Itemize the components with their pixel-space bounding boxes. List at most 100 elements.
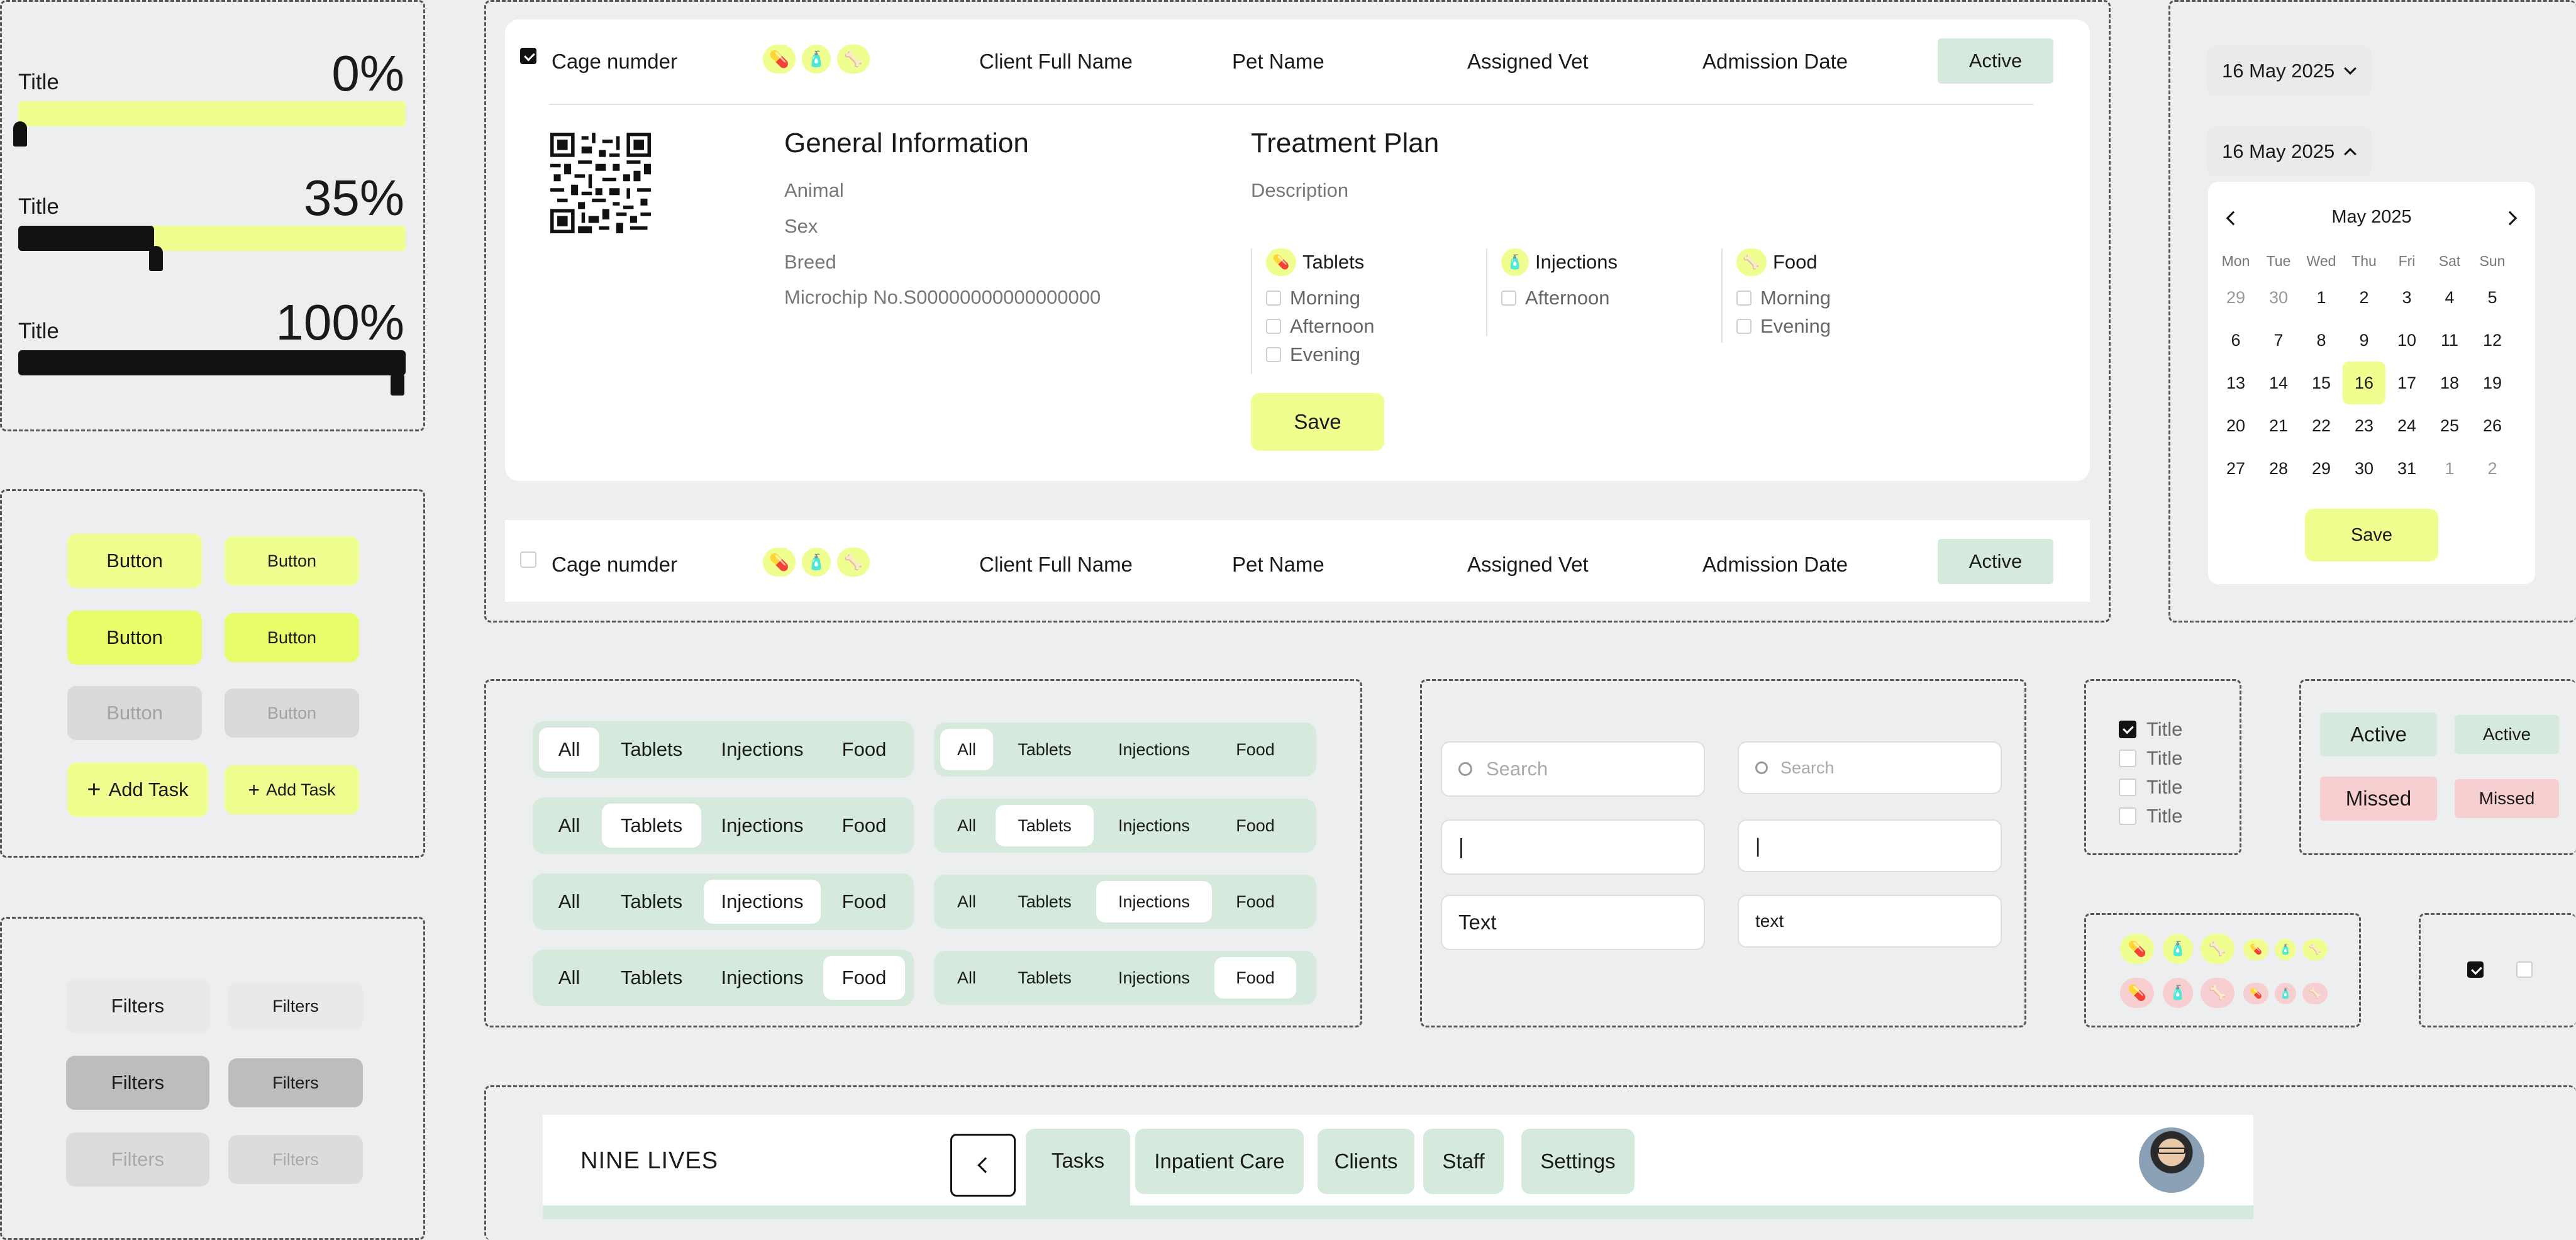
calendar-day[interactable]: 29 bbox=[2214, 276, 2257, 319]
text-input-filled-large[interactable]: Text bbox=[1441, 895, 1705, 950]
calendar-day[interactable]: 8 bbox=[2300, 319, 2343, 362]
add-task-button-large[interactable]: + Add Task bbox=[67, 763, 208, 817]
patient-row-collapsed[interactable]: Cage numder 💊 🧴 🦴 Client Full Name Pet N… bbox=[505, 520, 2090, 602]
button-small-2[interactable]: Button bbox=[225, 613, 359, 662]
date-dropdown-open[interactable]: 16 May 2025 bbox=[2207, 126, 2372, 177]
add-task-button-small[interactable]: + Add Task bbox=[225, 765, 359, 814]
segment-option-food[interactable]: Food bbox=[1214, 729, 1296, 770]
avatar[interactable] bbox=[2139, 1127, 2204, 1193]
segment-option-tablets[interactable]: Tablets bbox=[996, 805, 1094, 846]
button-large-1[interactable]: Button bbox=[67, 534, 202, 588]
button-small-1[interactable]: Button bbox=[225, 536, 359, 585]
patient-card-header[interactable]: Cage numder 💊 🧴 🦴 Client Full Name Pet N… bbox=[505, 19, 2090, 84]
calendar-day[interactable]: 30 bbox=[2257, 276, 2300, 319]
progress-handle[interactable] bbox=[391, 370, 404, 396]
text-input-focused-large[interactable]: | bbox=[1441, 819, 1705, 875]
tab-staff[interactable]: Staff bbox=[1423, 1129, 1504, 1194]
segment-option-tablets[interactable]: Tablets bbox=[602, 880, 701, 924]
segment-option-all[interactable]: All bbox=[539, 880, 599, 924]
filters-button-large-pressed[interactable]: Filters bbox=[66, 1056, 209, 1110]
treatment-checkbox[interactable] bbox=[1266, 318, 1281, 334]
segment-option-all[interactable]: All bbox=[539, 956, 599, 1000]
calendar-day[interactable]: 27 bbox=[2214, 447, 2257, 490]
treatment-checkbox[interactable] bbox=[1736, 290, 1752, 306]
segment-option-all[interactable]: All bbox=[539, 728, 599, 772]
segment-option-injections[interactable]: Injections bbox=[704, 728, 821, 772]
treatment-checkbox[interactable] bbox=[1266, 290, 1281, 306]
tab-inpatient-care[interactable]: Inpatient Care bbox=[1135, 1129, 1304, 1194]
calendar-day[interactable]: 17 bbox=[2385, 362, 2428, 404]
tab-settings[interactable]: Settings bbox=[1521, 1129, 1635, 1194]
segment-option-tablets[interactable]: Tablets bbox=[996, 881, 1094, 922]
treatment-item[interactable]: Evening bbox=[1266, 340, 1440, 368]
checklist-item[interactable]: Title bbox=[2119, 744, 2182, 773]
filters-button-large-default[interactable]: Filters bbox=[66, 979, 209, 1033]
calendar-day[interactable]: 10 bbox=[2385, 319, 2428, 362]
calendar-day[interactable]: 29 bbox=[2300, 447, 2343, 490]
text-input-focused-small[interactable]: | bbox=[1738, 819, 2002, 872]
search-input-large[interactable]: Search bbox=[1441, 741, 1705, 797]
segment-option-food[interactable]: Food bbox=[1214, 957, 1296, 999]
segment-option-food[interactable]: Food bbox=[823, 880, 905, 924]
segment-option-injections[interactable]: Injections bbox=[704, 880, 821, 924]
treatment-item[interactable]: Afternoon bbox=[1266, 312, 1440, 340]
calendar-day[interactable]: 15 bbox=[2300, 362, 2343, 404]
segment-option-food[interactable]: Food bbox=[823, 804, 905, 848]
filters-button-small-default[interactable]: Filters bbox=[228, 982, 363, 1031]
checkbox-checked[interactable] bbox=[2467, 961, 2484, 978]
segment-option-injections[interactable]: Injections bbox=[704, 956, 821, 1000]
checklist-item[interactable]: Title bbox=[2119, 773, 2182, 802]
progress-handle[interactable] bbox=[13, 121, 27, 147]
treatment-item[interactable]: Morning bbox=[1266, 284, 1440, 312]
segment-option-all[interactable]: All bbox=[940, 805, 993, 846]
checkbox-unchecked[interactable] bbox=[2119, 778, 2136, 796]
segment-option-food[interactable]: Food bbox=[1214, 805, 1296, 846]
checkbox-unchecked[interactable] bbox=[2119, 750, 2136, 767]
segment-option-tablets[interactable]: Tablets bbox=[602, 728, 701, 772]
segment-option-injections[interactable]: Injections bbox=[1096, 881, 1212, 922]
calendar-day[interactable]: 23 bbox=[2343, 404, 2385, 447]
calendar-day[interactable]: 24 bbox=[2385, 404, 2428, 447]
button-large-2[interactable]: Button bbox=[67, 611, 202, 665]
segment-option-injections[interactable]: Injections bbox=[1096, 957, 1212, 999]
row-checkbox[interactable] bbox=[520, 48, 536, 64]
date-dropdown-closed[interactable]: 16 May 2025 bbox=[2207, 46, 2372, 96]
calendar-day[interactable]: 25 bbox=[2428, 404, 2471, 447]
calendar-day[interactable]: 3 bbox=[2385, 276, 2428, 319]
treatment-item[interactable]: Morning bbox=[1736, 284, 1910, 312]
segment-option-all[interactable]: All bbox=[940, 957, 993, 999]
calendar-day[interactable]: 21 bbox=[2257, 404, 2300, 447]
calendar-day[interactable]: 22 bbox=[2300, 404, 2343, 447]
segment-option-food[interactable]: Food bbox=[823, 728, 905, 772]
segment-option-tablets[interactable]: Tablets bbox=[996, 729, 1094, 770]
calendar-day[interactable]: 2 bbox=[2471, 447, 2514, 490]
calendar-day[interactable]: 26 bbox=[2471, 404, 2514, 447]
filters-button-small-pressed[interactable]: Filters bbox=[228, 1058, 363, 1107]
back-button[interactable] bbox=[950, 1134, 1016, 1197]
calendar-day[interactable]: 7 bbox=[2257, 319, 2300, 362]
treatment-checkbox[interactable] bbox=[1736, 318, 1752, 334]
segment-option-tablets[interactable]: Tablets bbox=[602, 956, 701, 1000]
segment-option-food[interactable]: Food bbox=[1214, 881, 1296, 922]
checkbox-checked[interactable] bbox=[2119, 721, 2136, 738]
calendar-save-button[interactable]: Save bbox=[2305, 509, 2438, 562]
checklist-item[interactable]: Title bbox=[2119, 715, 2182, 744]
calendar-day[interactable]: 28 bbox=[2257, 447, 2300, 490]
calendar-day[interactable]: 12 bbox=[2471, 319, 2514, 362]
calendar-day[interactable]: 11 bbox=[2428, 319, 2471, 362]
checkbox-unchecked[interactable] bbox=[2119, 807, 2136, 825]
row-checkbox[interactable] bbox=[520, 551, 536, 568]
segment-option-injections[interactable]: Injections bbox=[1096, 729, 1212, 770]
treatment-checkbox[interactable] bbox=[1501, 290, 1516, 306]
calendar-day[interactable]: 13 bbox=[2214, 362, 2257, 404]
search-input-small[interactable]: Search bbox=[1738, 741, 2002, 794]
segment-option-all[interactable]: All bbox=[940, 881, 993, 922]
calendar-day[interactable]: 5 bbox=[2471, 276, 2514, 319]
calendar-day[interactable]: 31 bbox=[2385, 447, 2428, 490]
segment-option-injections[interactable]: Injections bbox=[704, 804, 821, 848]
calendar-day[interactable]: 20 bbox=[2214, 404, 2257, 447]
checkbox-unchecked[interactable] bbox=[2516, 961, 2533, 978]
segment-option-all[interactable]: All bbox=[539, 804, 599, 848]
segment-option-tablets[interactable]: Tablets bbox=[602, 804, 701, 848]
calendar-day[interactable]: 30 bbox=[2343, 447, 2385, 490]
